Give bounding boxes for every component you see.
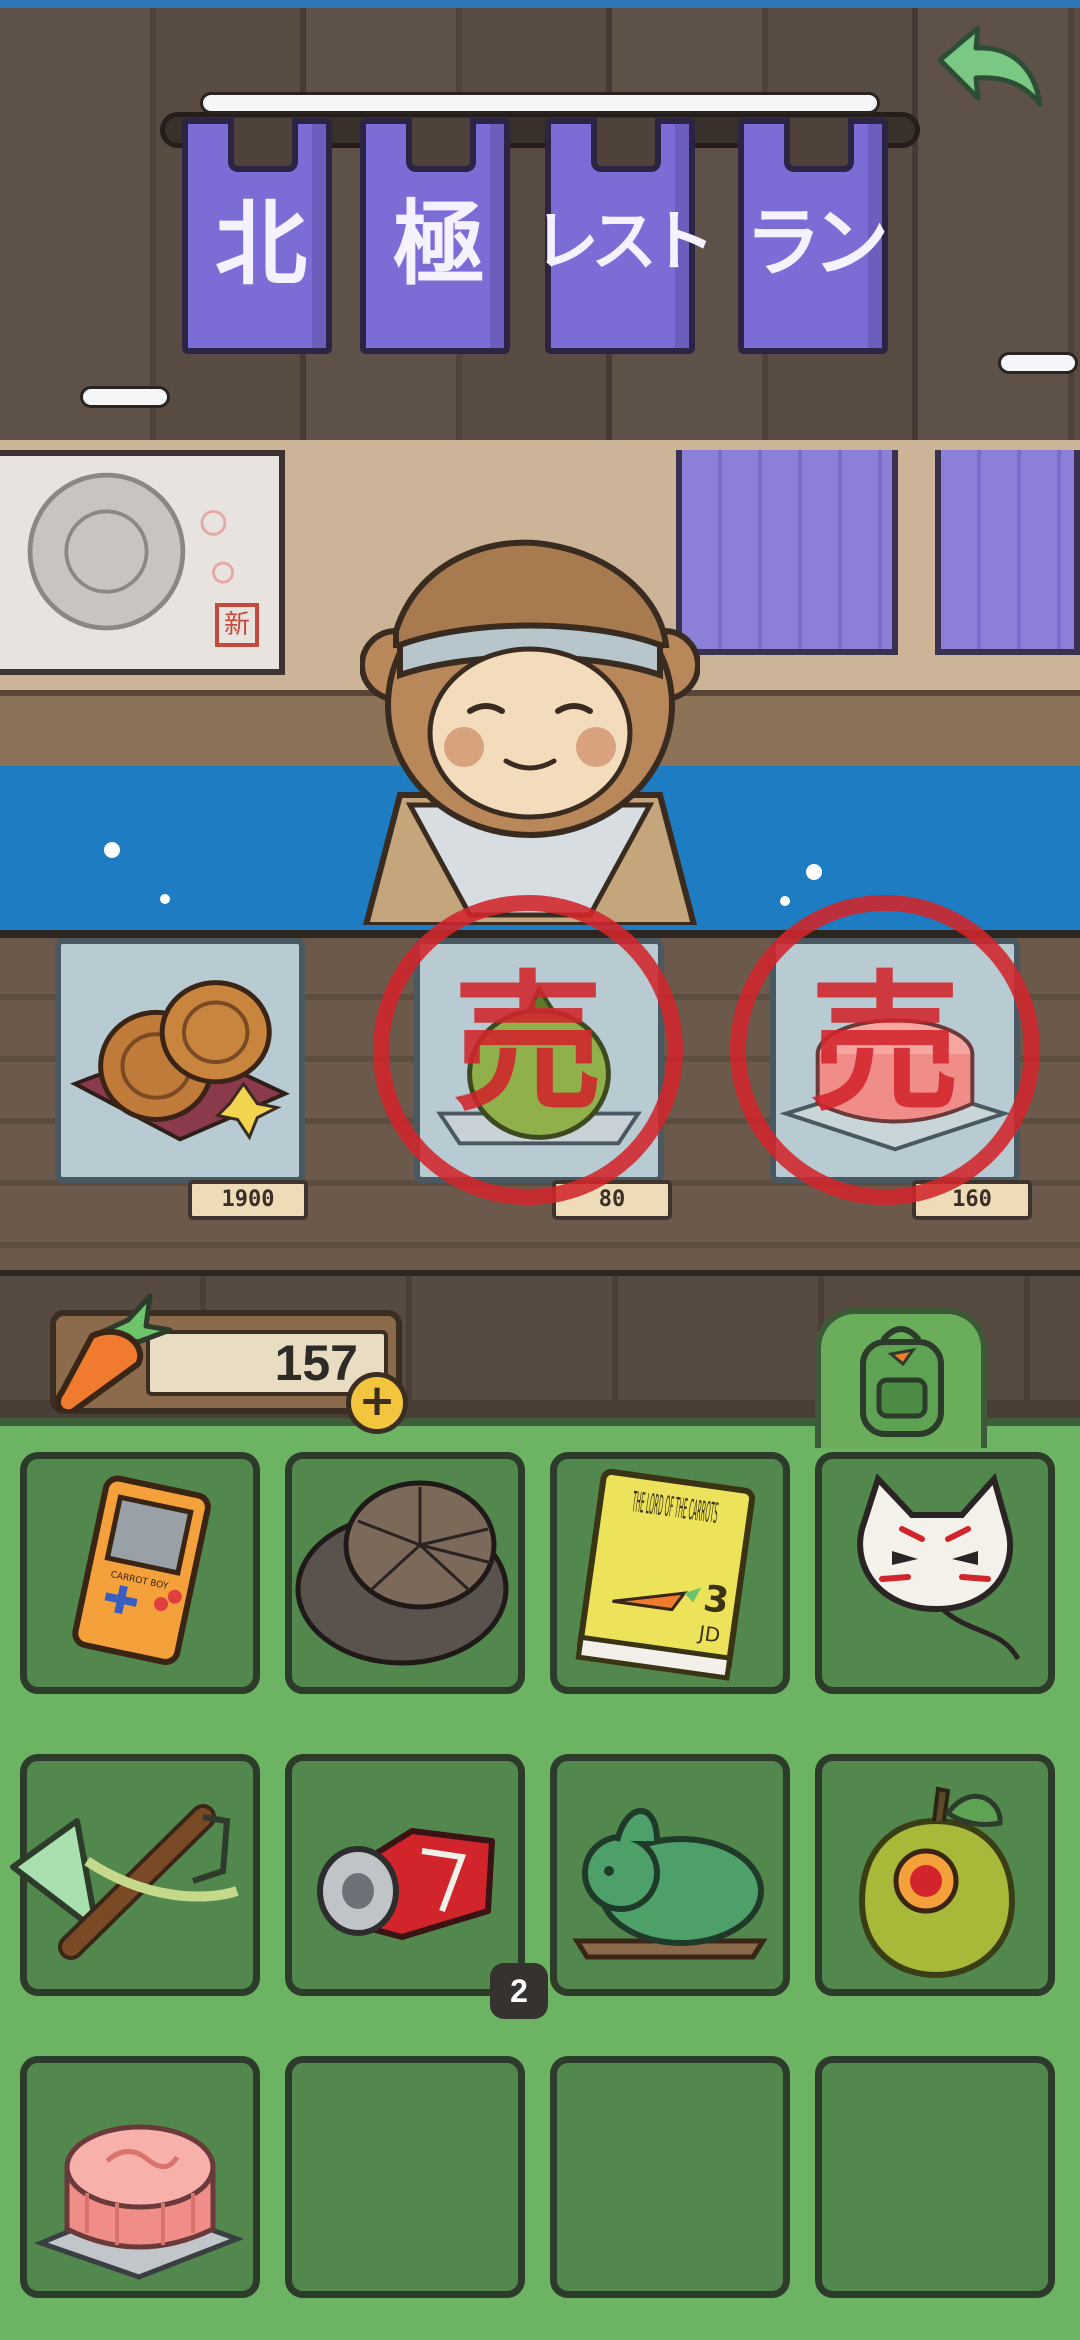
- price-tag-pomelo: 80: [552, 1180, 672, 1220]
- inventory-slot-8[interactable]: [815, 1754, 1055, 1996]
- inventory-slot-4[interactable]: [815, 1452, 1055, 1694]
- shop-scene: 北 極 レスト ラン 新 1900 80 160 売 売 157 + CARRO…: [0, 0, 1080, 2340]
- price-tag-mooncakes: 1900: [188, 1180, 308, 1220]
- item-count-badge: 2: [490, 1963, 548, 2019]
- inventory-slot-5[interactable]: [10, 1754, 260, 1996]
- inventory-slot-7[interactable]: [550, 1754, 790, 1996]
- backpack-icon: [860, 1326, 944, 1437]
- monkey-shopkeeper: [360, 539, 700, 925]
- pomelo-icon: [858, 1786, 1016, 1979]
- crushed-can-icon: [317, 1828, 495, 1940]
- inventory-slot-6[interactable]: 2: [285, 1754, 548, 2019]
- back-arrow-button[interactable]: [930, 20, 1050, 120]
- back-curtain: [676, 450, 898, 655]
- mooncake-poster: 新: [0, 450, 285, 675]
- snow-pile: [998, 352, 1078, 374]
- jade-rabbit-icon: [572, 1808, 768, 1960]
- slingshot-icon: [10, 1804, 239, 1960]
- sign-char: レスト: [533, 203, 715, 280]
- inventory-slot-10[interactable]: [285, 2056, 525, 2298]
- lord-of-the-carrots-book-icon: THE LORD OF THE CARROTS 3 JD: [575, 1468, 756, 1681]
- shop-item-pomelo[interactable]: [414, 938, 664, 1183]
- pomelo-icon: [436, 984, 642, 1146]
- sign-char: ラン: [745, 198, 889, 287]
- back-curtain: [935, 450, 1080, 655]
- snow-pile: [80, 386, 170, 408]
- shop-item-snow-skin-mooncake[interactable]: [770, 938, 1020, 1183]
- sign-noren-2: 極: [360, 118, 510, 354]
- fox-mask-icon: [857, 1472, 1021, 1661]
- inventory-slot-3[interactable]: THE LORD OF THE CARROTS 3 JD: [550, 1452, 790, 1694]
- mooncakes-icon: [70, 980, 290, 1142]
- backpack-tab[interactable]: [815, 1308, 987, 1448]
- price-tag-snow-skin-mooncake: 160: [912, 1180, 1032, 1220]
- inventory-slot-11[interactable]: [550, 2056, 790, 2298]
- snow-on-rod: [200, 92, 880, 114]
- pink-mooncake-icon: [33, 2124, 245, 2280]
- pine-straw-hat-icon: [295, 1480, 509, 1666]
- sign-noren-4: ラン: [738, 118, 889, 354]
- sign-noren-3: レスト: [533, 118, 715, 354]
- carrot-icon: [54, 1293, 173, 1412]
- inventory-slot-9[interactable]: [20, 2056, 260, 2298]
- sign-char: 北: [214, 190, 307, 298]
- sign-noren-1: 北: [182, 118, 332, 354]
- sign-char: 極: [392, 190, 485, 298]
- back-arrow-icon: [937, 25, 1043, 107]
- shop-item-mooncakes[interactable]: [55, 938, 305, 1183]
- add-carrots-button[interactable]: +: [346, 1372, 408, 1434]
- poster-stamp: 新: [215, 603, 259, 647]
- inventory-slot-1[interactable]: CARROT BOY: [20, 1452, 260, 1694]
- book-author: JD: [695, 1620, 721, 1647]
- inventory-slot-12[interactable]: [815, 2056, 1055, 2298]
- pink-mooncake-icon: [779, 1018, 1011, 1152]
- inventory-slot-2[interactable]: [285, 1452, 525, 1694]
- gameboy-icon: CARROT BOY: [72, 1475, 211, 1665]
